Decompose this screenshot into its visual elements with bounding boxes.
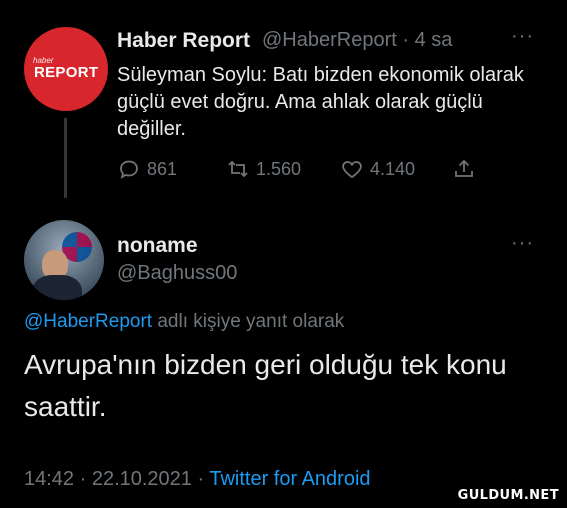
avatar-noname[interactable] — [24, 220, 104, 300]
avatar-big-text: REPORT — [34, 64, 99, 81]
reply-count: 861 — [147, 158, 178, 179]
avatar-haber-report[interactable]: haber REPORT — [24, 27, 108, 111]
source-link[interactable]: Twitter for Android — [209, 468, 370, 490]
reply-icon — [120, 160, 138, 179]
handle-and-time[interactable]: @HaberReport · 4 sa — [262, 29, 452, 52]
display-name[interactable]: noname — [117, 234, 198, 258]
heart-icon — [342, 161, 362, 179]
reply-to-suffix: adlı kişiye yanıt olarak — [152, 311, 345, 332]
tweet-text: Süleyman Soylu: Batı bizden ekonomik ola… — [117, 64, 524, 140]
retweet-icon — [228, 160, 248, 178]
retweet-button[interactable]: 1.560 — [226, 154, 301, 184]
share-button[interactable] — [452, 154, 476, 184]
reply-button[interactable]: 861 — [117, 154, 177, 184]
replying-to: @HaberReport adlı kişiye yanıt olarak — [24, 311, 344, 333]
more-options-icon[interactable]: ··· — [511, 25, 534, 48]
thread-line — [64, 118, 67, 198]
reply-to-link[interactable]: @HaberReport — [24, 311, 152, 332]
handle[interactable]: @Baghuss00 — [117, 262, 237, 285]
more-options-icon[interactable]: ··· — [511, 232, 534, 255]
like-button[interactable]: 4.140 — [340, 154, 415, 184]
tweet-text: Avrupa'nın bizden geri olduğu tek konu s… — [24, 349, 507, 422]
timestamp[interactable]: 14:42 · 22.10.2021 · — [24, 468, 209, 490]
retweet-count: 1.560 — [256, 158, 302, 179]
tweet-meta: 14:42 · 22.10.2021 · Twitter for Android — [24, 468, 371, 491]
like-count: 4.140 — [370, 158, 416, 179]
watermark: GULDUM.NET — [457, 488, 559, 503]
share-icon — [455, 159, 473, 177]
avatar-body — [32, 275, 82, 300]
display-name[interactable]: Haber Report — [117, 29, 250, 53]
